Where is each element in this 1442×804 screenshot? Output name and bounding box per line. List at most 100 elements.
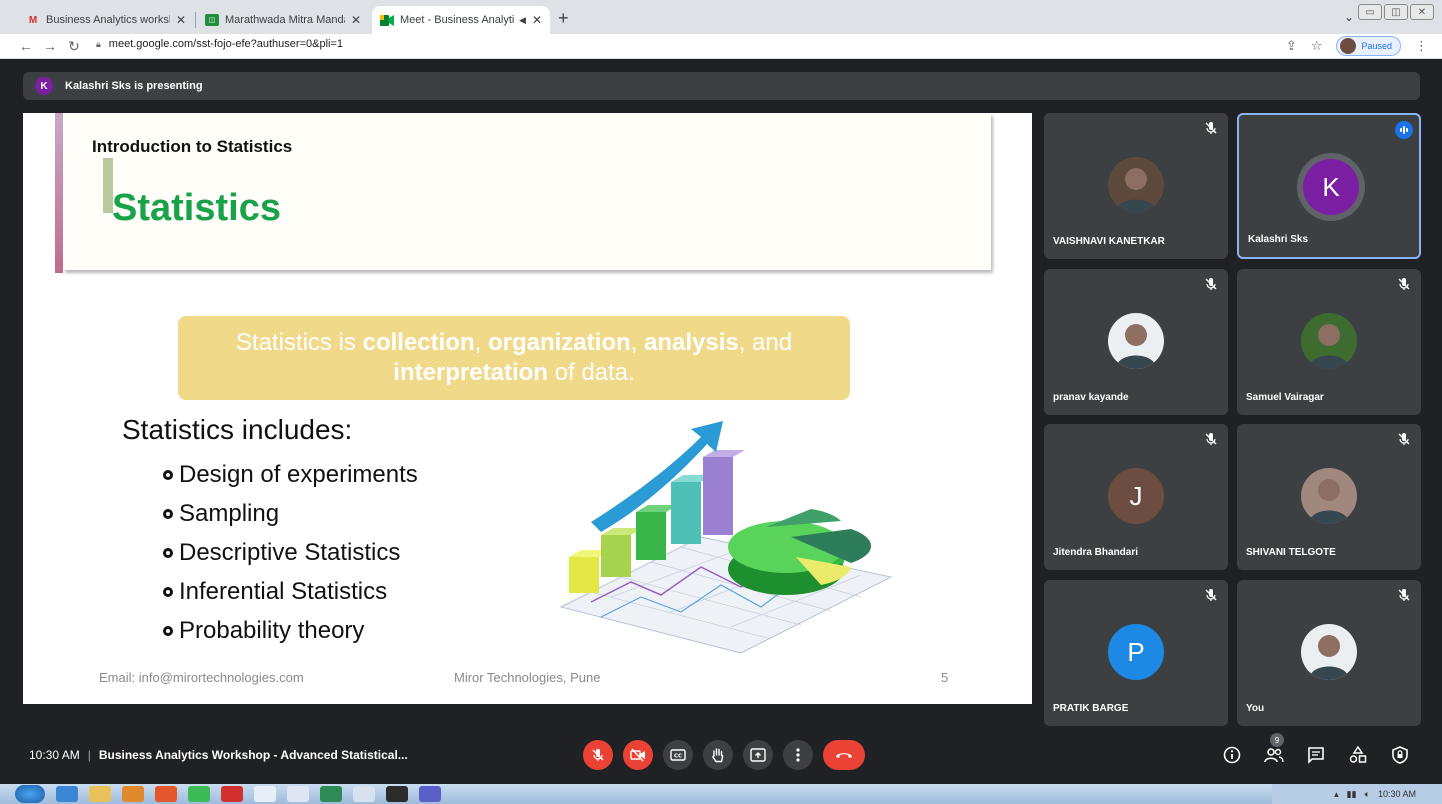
ie-icon[interactable] [56,786,78,802]
start-button[interactable] [15,785,45,803]
tab-classroom[interactable]: ◫ Marathwada Mitra Mandal's Insti ✕ [197,6,369,34]
activities-button[interactable] [1346,743,1370,767]
mic-off-icon [592,749,604,761]
minimize-icon[interactable]: ▭ [1358,4,1382,20]
camera-app-icon[interactable] [386,786,408,802]
forward-arrow-icon[interactable]: → [38,38,62,54]
close-icon[interactable]: ✕ [345,13,361,27]
tab-title: Marathwada Mitra Mandal's Insti [225,14,345,26]
address-bar[interactable]: 🔒︎ meet.google.com/sst-fojo-efe?authuser… [96,38,343,50]
profile-status: Paused [1361,41,1392,51]
meeting-details[interactable]: 10:30 AM | Business Analytics Workshop -… [29,748,408,762]
close-window-icon[interactable]: ✕ [1410,4,1434,20]
participant-name: SHIVANI TELGOTE [1246,547,1336,558]
definition-box: Statistics is collection, organization , … [178,316,850,400]
document-icon[interactable] [287,786,309,802]
more-options-button[interactable] [783,740,813,770]
participant-name: Samuel Vairagar [1246,392,1324,403]
definition-keyword: interpretation [393,359,548,386]
volume-icon[interactable]: 🔈︎ [1365,789,1370,800]
tab-search-chevron-icon[interactable]: ⌄ [1344,10,1354,24]
chrome-icon[interactable] [188,786,210,802]
tray-arrow-icon[interactable]: ▴ [1334,789,1339,800]
meeting-details-button[interactable] [1220,743,1244,767]
audio-playing-icon[interactable]: ◀︎ [519,15,526,26]
participant-tile[interactable]: VAISHNAVI KANETKAR [1044,113,1228,259]
mic-toggle-button[interactable] [583,740,613,770]
new-tab-button[interactable]: + [558,8,569,29]
meet-icon [380,14,394,26]
bullet-icon [163,469,173,480]
includes-heading: Statistics includes: [122,414,353,445]
profile-button[interactable]: Paused [1336,36,1401,56]
definition-text: of data. [547,359,635,386]
tab-title: Business Analytics workshop join [46,14,170,26]
people-button[interactable]: 9 [1262,733,1286,767]
slide-accent-bar [55,113,63,273]
reload-icon[interactable]: ↻ [62,38,86,55]
firefox-icon[interactable] [155,786,177,802]
excel-icon[interactable] [320,786,342,802]
definition-text: , and [738,329,793,356]
participant-tile[interactable]: You [1237,580,1421,726]
present-screen-button[interactable] [743,740,773,770]
chat-button[interactable] [1304,743,1328,767]
taskbar-apps [56,786,441,802]
tab-meet[interactable]: Meet - Business Analytics W ◀︎ ✕ [372,6,550,34]
participant-avatar: J [1108,468,1164,524]
profile-photo-icon [1309,324,1349,369]
raise-hand-button[interactable] [703,740,733,770]
notepad-icon[interactable] [254,786,276,802]
taskbar-clock[interactable]: 10:30 AM [1378,789,1416,799]
chat-icon [1308,747,1324,764]
back-arrow-icon[interactable]: ← [14,38,38,54]
participant-tile[interactable]: SHIVANI TELGOTE [1237,424,1421,570]
lock-icon[interactable]: 🔒︎ [96,39,101,50]
folder-icon[interactable] [89,786,111,802]
mic-off-icon [1204,277,1218,291]
paint-icon[interactable] [353,786,375,802]
media-player-icon[interactable] [122,786,144,802]
participant-name: PRATIK BARGE [1053,703,1129,714]
camera-toggle-button[interactable] [623,740,653,770]
participant-avatar: K [1303,159,1359,215]
shared-slide[interactable]: Introduction to Statistics Statistics St… [23,113,1032,704]
browser-tab-strip: M Business Analytics workshop join ✕ ◫ M… [0,0,1442,34]
share-icon[interactable]: ⇪ [1286,38,1297,54]
bullet-text: Sampling [179,499,280,527]
leave-call-button[interactable] [823,740,865,770]
window-controls: ▭ ◫ ✕ [1358,4,1434,20]
profile-photo-icon [1309,635,1349,680]
kebab-menu-icon[interactable]: ⋮ [1415,38,1428,54]
participant-tile[interactable]: K Kalashri Sks [1237,113,1421,259]
profile-photo-icon [1309,479,1349,524]
participant-tile[interactable]: Samuel Vairagar [1237,269,1421,415]
close-icon[interactable]: ✕ [170,13,186,27]
network-icon[interactable]: ▮▮ [1347,789,1357,800]
hang-up-icon [836,753,852,758]
participant-name: VAISHNAVI KANETKAR [1053,236,1165,247]
captions-button[interactable]: CC [663,740,693,770]
opera-icon[interactable] [221,786,243,802]
teams-icon[interactable] [419,786,441,802]
participant-tile[interactable]: P PRATIK BARGE [1044,580,1228,726]
people-count-badge: 9 [1270,733,1284,747]
activities-icon [1349,746,1367,763]
participant-tile[interactable]: J Jitendra Bhandari [1044,424,1228,570]
tab-gmail[interactable]: M Business Analytics workshop join ✕ [18,6,194,34]
restore-icon[interactable]: ◫ [1384,4,1408,20]
list-item: Design of experiments [163,455,418,494]
bookmark-star-icon[interactable]: ☆ [1311,38,1323,54]
participant-tile[interactable]: pranav kayande [1044,269,1228,415]
host-controls-button[interactable] [1388,743,1412,767]
shield-lock-icon [1392,746,1408,764]
more-vertical-icon [796,748,800,762]
close-icon[interactable]: ✕ [526,13,542,27]
bullet-icon [163,547,173,558]
profile-photo-icon [1116,168,1156,213]
mic-off-icon [1204,432,1218,446]
mic-off-icon [1204,588,1218,602]
call-controls: CC [583,740,865,770]
system-tray: ▴ ▮▮ 🔈︎ 10:30 AM [1272,784,1442,804]
bullet-text: Inferential Statistics [179,577,388,605]
